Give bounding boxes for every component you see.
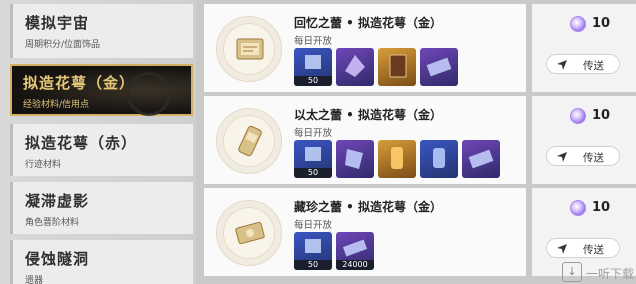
reward-item-refine[interactable] xyxy=(336,140,374,178)
reward-item-book[interactable] xyxy=(378,48,416,86)
category-title: 侵蚀隧洞 xyxy=(25,250,90,268)
domain-title: 藏珍之蕾 • 拟造花萼（金） xyxy=(294,200,443,214)
category-title: 模拟宇宙 xyxy=(25,14,90,32)
bud-of-treasures-icon xyxy=(216,200,282,266)
reward-item-exp[interactable]: 50 xyxy=(294,232,332,270)
domain-actions: 10 传送 xyxy=(532,4,636,92)
reward-item-credits[interactable]: 24000 xyxy=(336,232,374,270)
category-item-calyx-crimson[interactable]: 拟造花萼（赤） 行迹材料 xyxy=(10,124,193,176)
domain-row: 回忆之蕾 • 拟造花萼（金） 每日开放 50 10 传送 xyxy=(204,4,636,92)
bud-of-aether-icon xyxy=(216,108,282,174)
trailblaze-power-icon xyxy=(570,200,586,216)
category-subtitle: 周期积分/位面饰品 xyxy=(25,40,101,50)
stamina-cost: 10 xyxy=(562,198,622,218)
category-title: 拟造花萼（赤） xyxy=(25,134,138,152)
domain-schedule: 每日开放 xyxy=(294,36,333,47)
teleport-button[interactable]: 传送 xyxy=(546,238,620,258)
category-item-cavern-of-corrosion[interactable]: 侵蚀隧洞 遗器 xyxy=(10,240,193,284)
category-subtitle: 行迹材料 xyxy=(25,160,62,170)
domain-schedule: 每日开放 xyxy=(294,220,333,231)
domain-info: 藏珍之蕾 • 拟造花萼（金） 每日开放 50 24000 xyxy=(204,188,526,276)
category-subtitle: 经验材料/信用点 xyxy=(23,100,90,110)
send-arrow-icon xyxy=(557,152,567,162)
category-item-stagnant-shadow[interactable]: 凝滞虚影 角色晋阶材料 xyxy=(10,182,193,234)
reward-item-card[interactable] xyxy=(420,48,458,86)
reward-item-card[interactable] xyxy=(462,140,500,178)
watermark: ↓ 一听下载 xyxy=(562,262,634,282)
bud-of-memories-icon xyxy=(216,16,282,82)
reward-item-exp[interactable]: 50 xyxy=(294,48,332,86)
category-subtitle: 遗器 xyxy=(25,276,44,284)
category-subtitle: 角色晋阶材料 xyxy=(25,218,80,228)
category-item-simulated-universe[interactable]: 模拟宇宙 周期积分/位面饰品 xyxy=(10,4,193,58)
teleport-button[interactable]: 传送 xyxy=(546,146,620,166)
reward-item-refine-blue[interactable] xyxy=(420,140,458,178)
trailblaze-power-icon xyxy=(570,16,586,32)
send-arrow-icon xyxy=(557,60,567,70)
domain-actions: 10 传送 xyxy=(532,96,636,184)
teleport-button[interactable]: 传送 xyxy=(546,54,620,74)
domain-title: 回忆之蕾 • 拟造花萼（金） xyxy=(294,16,443,30)
reward-item-refine-gold[interactable] xyxy=(378,140,416,178)
reward-item-exp-purple[interactable] xyxy=(336,48,374,86)
domain-schedule: 每日开放 xyxy=(294,128,333,139)
reward-item-exp[interactable]: 50 xyxy=(294,140,332,178)
stamina-cost: 10 xyxy=(562,14,622,34)
domain-title: 以太之蕾 • 拟造花萼（金） xyxy=(294,108,443,122)
stamina-cost: 10 xyxy=(562,106,622,126)
domain-info: 以太之蕾 • 拟造花萼（金） 每日开放 50 xyxy=(204,96,526,184)
watermark-logo-icon: ↓ xyxy=(562,262,582,282)
domain-row: 以太之蕾 • 拟造花萼（金） 每日开放 50 10 传送 xyxy=(204,96,636,184)
domain-info: 回忆之蕾 • 拟造花萼（金） 每日开放 50 xyxy=(204,4,526,92)
category-title: 拟造花萼（金） xyxy=(23,74,136,92)
send-arrow-icon xyxy=(557,244,567,254)
category-title: 凝滞虚影 xyxy=(25,192,90,210)
category-item-calyx-golden[interactable]: 拟造花萼（金） 经验材料/信用点 xyxy=(10,64,193,116)
trailblaze-power-icon xyxy=(570,108,586,124)
